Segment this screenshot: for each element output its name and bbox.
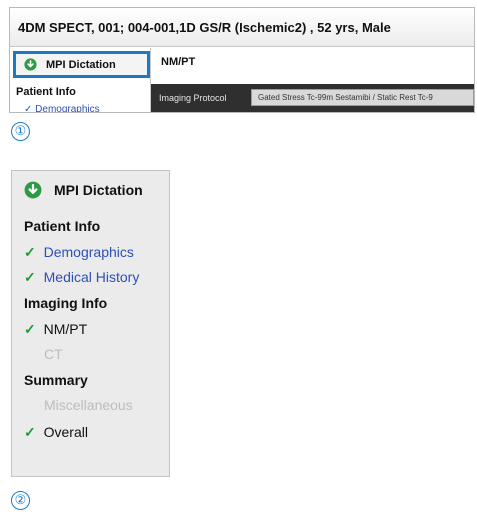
sidebar-panel: MPI Dictation Patient Info ✓ Demographic…	[11, 170, 170, 477]
sidebar-item-label: Medical History	[43, 269, 140, 285]
sidebar-item-overall[interactable]: ✓ Overall	[24, 424, 88, 441]
nmpt-title: NM/PT	[161, 56, 196, 68]
step-badge-2: ②	[11, 491, 30, 510]
step-badge-1: ①	[11, 122, 30, 141]
download-arrow-icon	[24, 58, 37, 71]
imaging-protocol-field[interactable]: Gated Stress Tc-99m Sestamibi / Static R…	[251, 89, 474, 106]
section-imaging-info: Imaging Info	[24, 295, 108, 311]
sidebar-item-label: Demographics	[43, 244, 134, 260]
sidebar-item-nm-pt[interactable]: ✓ NM/PT	[24, 321, 87, 338]
section-summary: Summary	[24, 372, 88, 388]
sidebar-item-demographics[interactable]: ✓ Demographics	[24, 244, 134, 261]
section-patient-info: Patient Info	[24, 218, 101, 234]
tab-label: MPI Dictation	[46, 58, 116, 71]
sidebar-item-medical-history[interactable]: ✓ Medical History	[24, 269, 139, 286]
check-icon: ✓	[24, 424, 36, 440]
patient-header: 4DM SPECT, 001; 004-001,1D GS/R (Ischemi…	[10, 8, 474, 47]
demographics-cut: ✓ Demographics	[24, 104, 100, 112]
check-icon: ✓	[24, 269, 36, 285]
patient-info-label: Patient Info	[16, 86, 76, 98]
imaging-protocol-label: Imaging Protocol	[159, 93, 227, 103]
download-arrow-icon	[24, 181, 42, 199]
sidebar-header-label: MPI Dictation	[54, 182, 143, 198]
protocol-bar: Imaging Protocol Gated Stress Tc-99m Ses…	[151, 84, 474, 112]
sidebar-header[interactable]: MPI Dictation	[24, 181, 143, 199]
check-icon: ✓	[24, 321, 36, 337]
left-column: MPI Dictation Patient Info ✓ Demographic…	[10, 48, 150, 112]
screenshot-panel-1: 4DM SPECT, 001; 004-001,1D GS/R (Ischemi…	[9, 7, 475, 113]
content-area: NM/PT Imaging Protocol Gated Stress Tc-9…	[150, 48, 474, 112]
check-icon: ✓	[24, 244, 36, 260]
sidebar-item-label: Overall	[43, 424, 88, 440]
mpi-dictation-tab[interactable]: MPI Dictation	[13, 51, 150, 78]
sidebar-item-miscellaneous: Miscellaneous	[44, 397, 133, 413]
sidebar-item-label: NM/PT	[43, 321, 88, 337]
sidebar-item-ct: CT	[44, 346, 63, 362]
